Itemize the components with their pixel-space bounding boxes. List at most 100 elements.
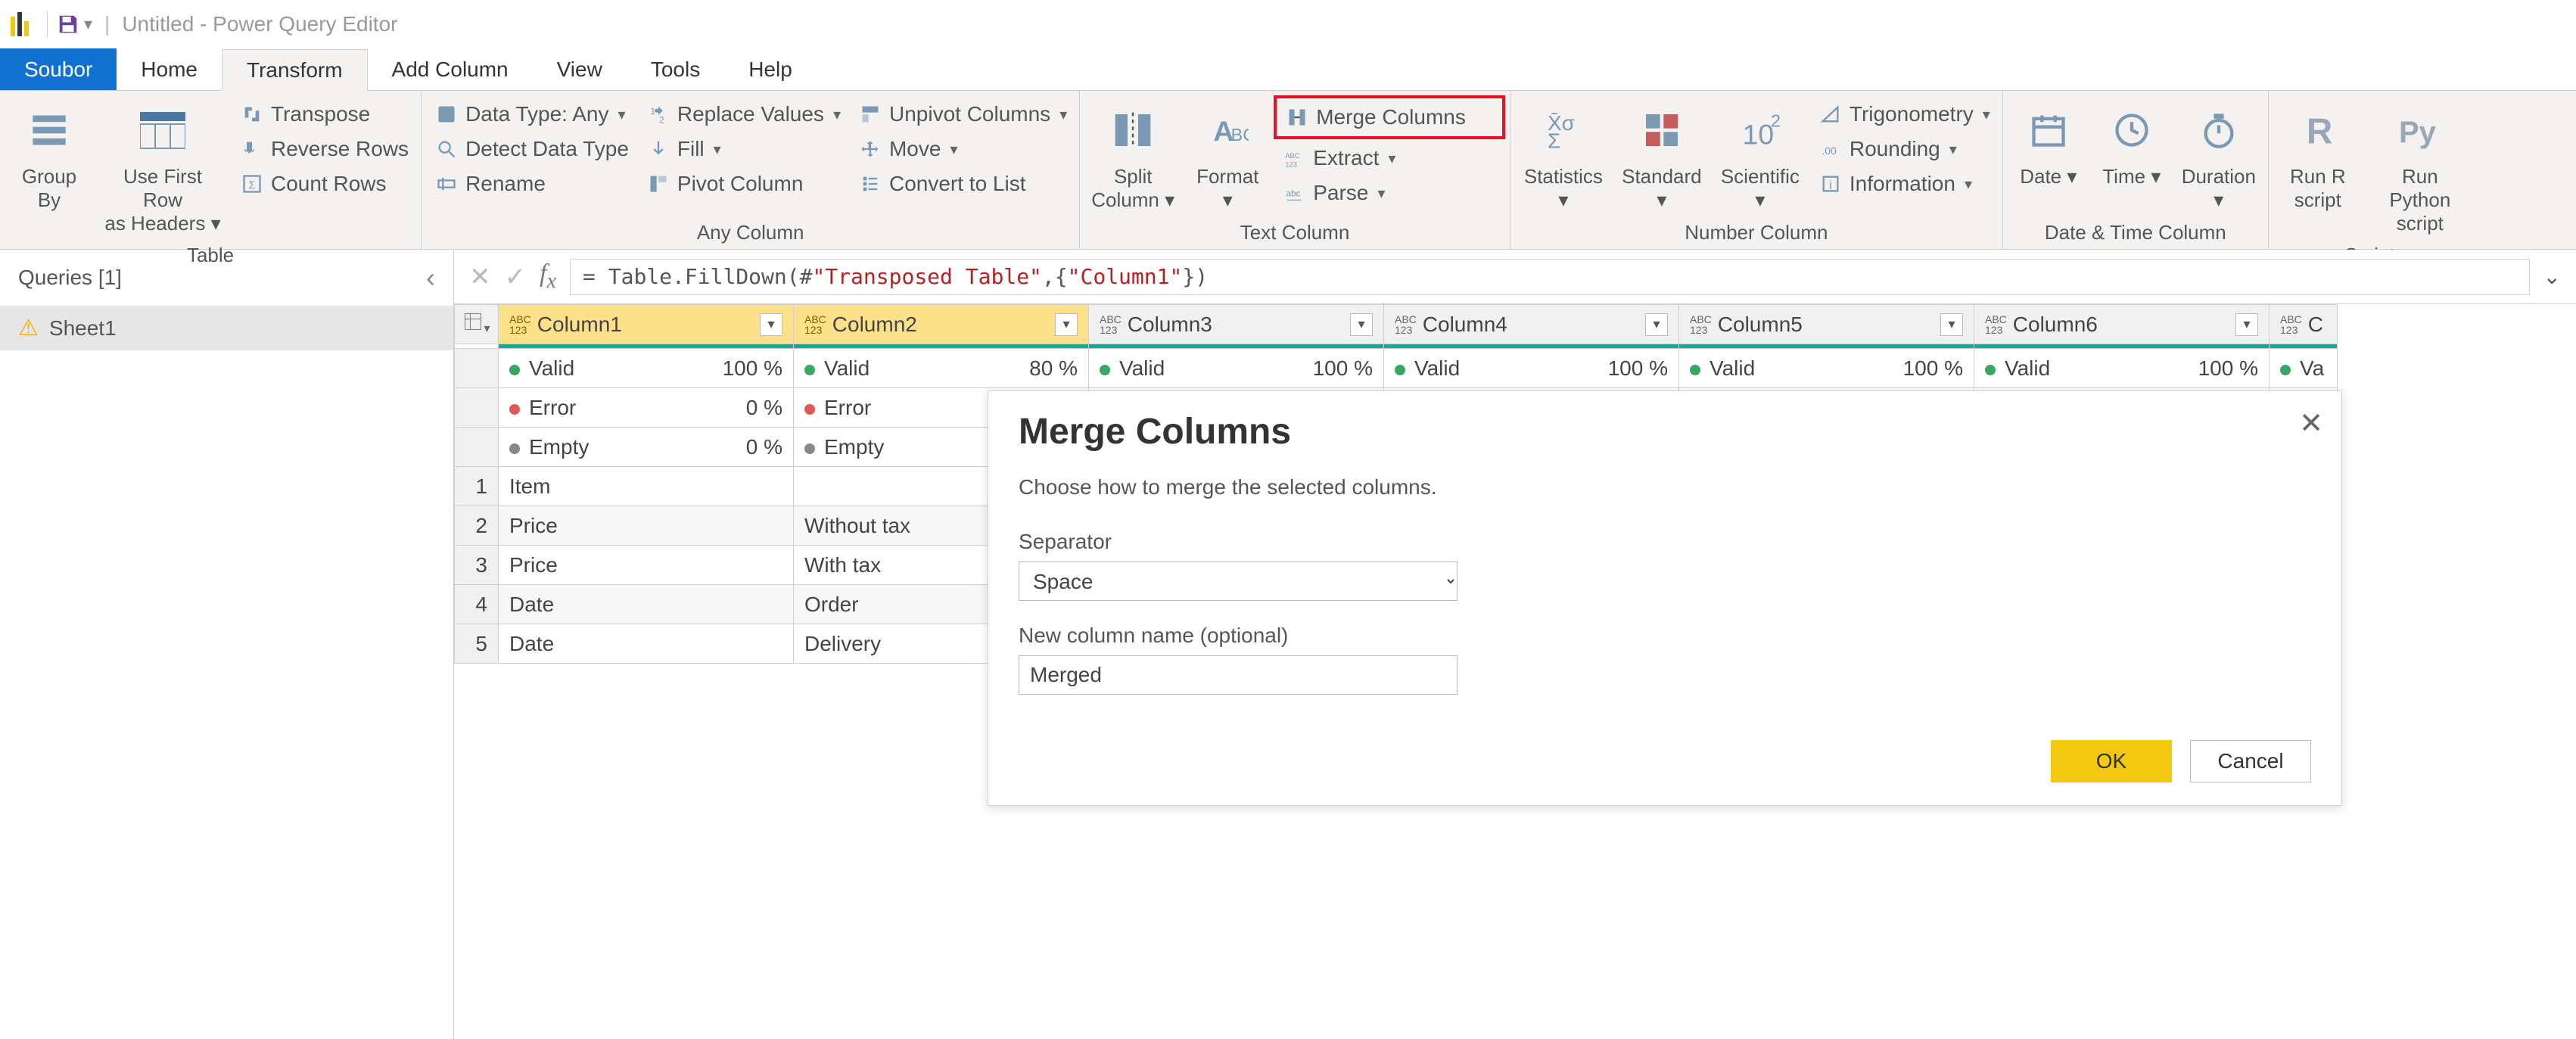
convert-to-list-button[interactable]: Convert to List [853,168,1072,200]
title-bar: ▾ | Untitled - Power Query Editor [0,0,2576,48]
detect-icon [434,136,459,162]
save-icon[interactable] [57,13,79,36]
type-icon: ABC123 [1690,314,1712,335]
formula-input[interactable]: = Table.FillDown(#"Transposed Table",{"C… [570,259,2530,295]
fill-button[interactable]: Fill▾ [641,133,845,165]
filter-icon[interactable]: ▾ [1055,313,1078,336]
tab-home[interactable]: Home [117,48,222,90]
ok-button[interactable]: OK [2051,740,2172,782]
svg-text:1: 1 [650,107,655,117]
split-icon [1112,100,1154,160]
commit-formula-icon[interactable]: ✓ [505,262,527,292]
information-button[interactable]: iInformation▾ [1813,168,1995,200]
collapse-icon[interactable]: ‹ [426,262,435,294]
standard-button[interactable]: Standard ▾ [1616,95,1707,216]
detect-type-button[interactable]: Detect Data Type [429,133,633,165]
count-rows-button[interactable]: ΣCount Rows [235,168,413,200]
column-header[interactable]: ABC123Column6▾ [1974,305,2270,344]
trig-button[interactable]: Trigonometry▾ [1813,98,1995,130]
new-column-input[interactable] [1019,655,1458,695]
app-icon [9,11,30,38]
count-icon: Σ [239,171,265,197]
tab-file[interactable]: Soubor [0,48,117,90]
corner-cell[interactable]: ▾ [455,305,499,344]
svg-text:123: 123 [1286,161,1298,169]
tab-transform[interactable]: Transform [222,49,368,91]
column-header[interactable]: ABC123C [2270,305,2338,344]
group-by-button[interactable]: Group By [8,95,91,216]
date-button[interactable]: Date ▾ [2011,95,2086,193]
run-r-button[interactable]: R Run R script [2276,95,2360,216]
reverse-rows-button[interactable]: Reverse Rows [235,133,413,165]
format-icon: ABC [1206,100,1249,160]
time-button[interactable]: Time ▾ [2094,95,2170,193]
separator-select[interactable]: Space [1019,561,1458,601]
fx-icon[interactable]: fx [540,260,556,294]
ribbon-group-scripts: R Run R script Py Run Python script Scri… [2269,91,2481,249]
filter-icon[interactable]: ▾ [1645,313,1668,336]
unpivot-icon [857,101,883,127]
header-row: ▾ ABC123Column1▾ ABC123Column2▾ ABC123Co… [455,305,2338,344]
column-header[interactable]: ABC123Column1▾ [499,305,794,344]
filter-icon[interactable]: ▾ [760,313,782,336]
column-header[interactable]: ABC123Column5▾ [1679,305,1974,344]
group-by-icon [30,100,69,160]
r-icon: R [2298,100,2338,160]
filter-icon[interactable]: ▾ [1940,313,1963,336]
split-column-button[interactable]: Split Column ▾ [1087,95,1178,216]
format-button[interactable]: ABC Format ▾ [1186,95,1269,216]
calendar-icon [2029,100,2068,160]
use-first-row-button[interactable]: Use First Row as Headers ▾ [98,95,227,241]
query-item[interactable]: ⚠ Sheet1 [0,306,453,350]
column-header[interactable]: ABC123Column3▾ [1089,305,1384,344]
cancel-formula-icon[interactable]: ✕ [469,262,491,292]
separator: | [104,12,110,36]
transpose-button[interactable]: Transpose [235,98,413,130]
rounding-button[interactable]: .00Rounding▾ [1813,133,1995,165]
rename-icon [434,171,459,197]
datatype-icon [434,101,459,127]
svg-text:ABC: ABC [1286,152,1300,160]
column-header[interactable]: ABC123Column2▾ [794,305,1089,344]
tab-tools[interactable]: Tools [627,48,724,90]
column-header[interactable]: ABC123Column4▾ [1384,305,1679,344]
svg-text:i: i [1829,179,1832,192]
duration-button[interactable]: Duration ▾ [2177,95,2260,216]
workspace: Queries [1] ‹ ⚠ Sheet1 ✕ ✓ fx = Table.Fi… [0,250,2576,1039]
merge-columns-dialog: ✕ Merge Columns Choose how to merge the … [988,390,2342,806]
extract-button[interactable]: ABC123Extract▾ [1277,142,1502,174]
rename-button[interactable]: Rename [429,168,633,200]
tab-add-column[interactable]: Add Column [368,48,533,90]
statistics-button[interactable]: X̄σΣ Statistics ▾ [1518,95,1609,216]
duration-icon [2199,100,2238,160]
filter-icon[interactable]: ▾ [2235,313,2258,336]
list-icon [857,171,883,197]
group-label: Text Column [1087,218,1502,249]
type-icon: ABC123 [1395,314,1417,335]
parse-button[interactable]: abcParse▾ [1277,177,1502,209]
qat-dropdown-icon[interactable]: ▾ [84,14,92,34]
new-column-label: New column name (optional) [1019,624,2311,648]
close-icon[interactable]: ✕ [2299,406,2323,440]
main-area: ✕ ✓ fx = Table.FillDown(#"Transposed Tab… [454,250,2576,1039]
data-type-button[interactable]: Data Type: Any▾ [429,98,633,130]
expand-formula-icon[interactable]: ⌄ [2543,264,2561,289]
type-icon: ABC123 [509,314,531,335]
type-icon: ABC123 [1100,314,1122,335]
merge-columns-button[interactable]: Merge Columns [1274,95,1505,139]
run-py-button[interactable]: Py Run Python script [2367,95,2473,241]
svg-text:10: 10 [1743,119,1775,151]
scientific-button[interactable]: 102 Scientific ▾ [1715,95,1806,216]
svg-text:Σ: Σ [249,179,256,191]
tab-help[interactable]: Help [724,48,817,90]
pivot-button[interactable]: Pivot Column [641,168,845,200]
cancel-button[interactable]: Cancel [2190,740,2311,782]
tab-view[interactable]: View [533,48,627,90]
type-icon: ABC123 [2280,314,2302,335]
unpivot-button[interactable]: Unpivot Columns▾ [853,98,1072,130]
py-icon: Py [2397,100,2443,160]
move-button[interactable]: Move▾ [853,133,1072,165]
replace-values-button[interactable]: 12Replace Values▾ [641,98,845,130]
separator-label: Separator [1019,530,2311,554]
filter-icon[interactable]: ▾ [1350,313,1373,336]
